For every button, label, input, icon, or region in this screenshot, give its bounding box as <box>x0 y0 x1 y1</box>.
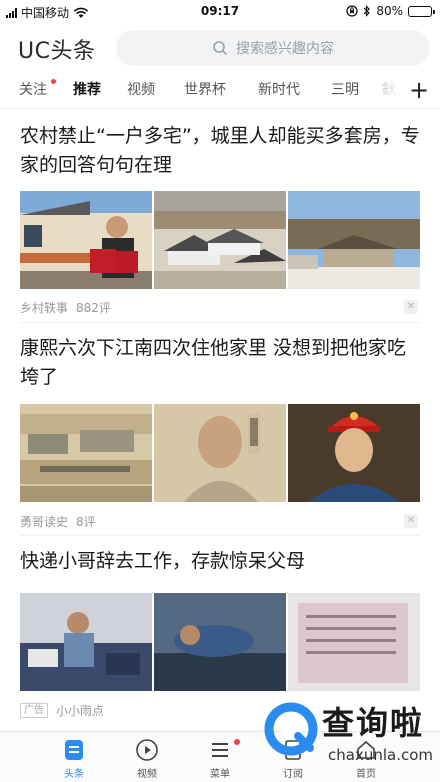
nav-label: 菜单 <box>210 769 230 780</box>
channel-tabs: 关注 推荐 视频 世界杯 新时代 三明 鈥 + <box>0 76 440 106</box>
tab-follow[interactable]: 关注 <box>19 79 47 99</box>
nav-video[interactable]: 视频 <box>117 738 177 780</box>
dismiss-button[interactable]: ✕ <box>404 300 418 314</box>
dismiss-button[interactable]: ✕ <box>404 514 418 528</box>
nav-label: 视频 <box>137 769 157 780</box>
ancient-painting-photo <box>20 404 152 502</box>
menu-icon <box>212 743 228 757</box>
app-header: UC头条 搜索感兴趣内容 <box>0 26 440 70</box>
article-image[interactable] <box>154 404 286 502</box>
search-icon <box>213 41 228 56</box>
rural-courtyard-photo <box>288 191 420 289</box>
nav-menu[interactable]: 菜单 <box>190 738 250 780</box>
article-source: 乡村轶事 <box>20 300 69 315</box>
add-channel-button[interactable]: + <box>408 76 430 104</box>
article-images[interactable] <box>20 404 420 502</box>
village-rooftops-photo <box>154 191 286 289</box>
article-image[interactable] <box>154 593 286 691</box>
article-source: 勇哥读史 <box>20 514 69 529</box>
article-image[interactable] <box>20 404 152 502</box>
qing-portrait-photo <box>154 404 286 502</box>
tab-video[interactable]: 视频 <box>127 79 155 99</box>
comment-count: 8评 <box>76 514 96 529</box>
article-meta: 乡村轶事 882评 ✕ <box>20 298 420 316</box>
village-house-photo <box>20 191 152 289</box>
article-image[interactable] <box>20 593 152 691</box>
article-image[interactable] <box>288 191 420 289</box>
article-meta: 勇哥读史 8评 ✕ <box>20 512 420 530</box>
tab-sanming[interactable]: 三明 <box>331 79 359 99</box>
emperor-portrait-photo <box>288 404 420 502</box>
bluetooth-icon <box>363 5 371 17</box>
article-title[interactable]: 快递小哥辞去工作，存款惊呆父母 <box>20 547 422 576</box>
item-divider <box>20 322 420 323</box>
courier-packages-photo <box>20 593 152 691</box>
article-title[interactable]: 康熙六次下江南四次住他家里 没想到把他家吃垮了 <box>20 334 422 392</box>
nav-headlines[interactable]: 头条 <box>44 738 104 780</box>
tabs-divider <box>0 108 440 109</box>
article-image[interactable] <box>154 191 286 289</box>
battery-percent: 80% <box>376 4 403 18</box>
tab-recommend[interactable]: 推荐 <box>73 79 101 99</box>
orientation-lock-icon <box>346 5 358 17</box>
article-source: 小小雨点 <box>56 703 105 718</box>
article-images[interactable] <box>20 191 420 289</box>
article-images[interactable] <box>20 593 420 691</box>
watermark: 查询啦 chaxunla.com <box>262 694 440 782</box>
app-logo: UC头条 <box>18 39 96 64</box>
status-bar: 中国移动 09:17 80% <box>0 0 440 24</box>
watermark-logo <box>264 702 318 756</box>
search-bar[interactable]: 搜索感兴趣内容 <box>116 30 430 66</box>
article-image[interactable] <box>288 593 420 691</box>
menu-badge <box>234 739 240 745</box>
nav-label: 头条 <box>64 769 84 780</box>
sleeping-courier-photo <box>154 593 286 691</box>
item-divider <box>20 535 420 536</box>
tab-world-cup[interactable]: 世界杯 <box>184 79 226 99</box>
bank-passbook-photo <box>288 593 420 691</box>
play-icon <box>136 739 158 761</box>
headlines-icon <box>65 740 83 760</box>
article-image[interactable] <box>20 191 152 289</box>
status-right: 80% <box>346 4 435 18</box>
comment-count: 882评 <box>76 300 111 315</box>
ad-label: 广告 <box>20 702 48 718</box>
article-title[interactable]: 农村禁止“一户多宅”，城里人却能买多套房，专家的回答句句在理 <box>20 122 422 180</box>
tab-follow-badge <box>51 79 56 84</box>
battery-icon <box>408 5 435 17</box>
watermark-text: 查询啦 <box>322 704 425 742</box>
article-image[interactable] <box>288 404 420 502</box>
watermark-url: chaxunla.com <box>328 746 433 764</box>
search-placeholder: 搜索感兴趣内容 <box>236 41 334 57</box>
tab-new-era[interactable]: 新时代 <box>258 79 300 99</box>
